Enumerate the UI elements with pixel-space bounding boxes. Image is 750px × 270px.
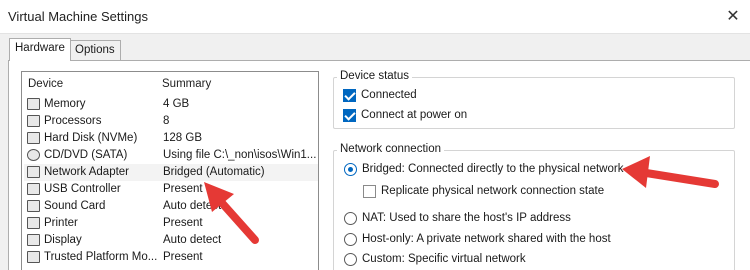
device-summary: 4 GB	[163, 98, 190, 110]
checkbox-unchecked-icon	[363, 185, 376, 198]
tpm-icon	[27, 251, 40, 263]
checkbox-checked-icon	[343, 89, 356, 102]
device-row-sound-card[interactable]: Sound Card Auto detect	[24, 198, 318, 215]
checkbox-label: Connected	[361, 89, 417, 101]
device-name: Trusted Platform Mo...	[44, 251, 158, 263]
sound-card-icon	[27, 200, 40, 212]
device-name: Processors	[44, 115, 102, 127]
window-title: Virtual Machine Settings	[8, 9, 148, 24]
device-row-printer[interactable]: Printer Present	[24, 215, 318, 232]
device-summary: Present	[163, 251, 203, 263]
device-name: CD/DVD (SATA)	[44, 149, 128, 161]
close-icon[interactable]: ✕	[724, 8, 742, 26]
device-status-title: Device status	[337, 70, 413, 82]
title-bar: Virtual Machine Settings ✕	[0, 0, 750, 34]
device-summary: 8	[163, 115, 170, 127]
radio-label: Host-only: A private network shared with…	[362, 233, 611, 245]
printer-icon	[27, 217, 40, 229]
device-summary: Using file C:\_non\isos\Win1...	[163, 149, 317, 161]
device-row-hard-disk[interactable]: Hard Disk (NVMe) 128 GB	[24, 130, 318, 147]
radio-unselected-icon	[344, 212, 357, 225]
device-name: Display	[44, 234, 82, 246]
usb-icon	[27, 183, 40, 195]
checkbox-label: Replicate physical network connection st…	[381, 185, 605, 197]
tab-hardware[interactable]: Hardware	[9, 38, 71, 61]
device-row-cd-dvd[interactable]: CD/DVD (SATA) Using file C:\_non\isos\Wi…	[24, 147, 318, 164]
column-header-summary[interactable]: Summary	[162, 78, 211, 90]
radio-unselected-icon	[344, 253, 357, 266]
radio-unselected-icon	[344, 233, 357, 246]
device-row-display[interactable]: Display Auto detect	[24, 232, 318, 249]
network-connection-title: Network connection	[337, 143, 444, 155]
display-icon	[27, 234, 40, 246]
radio-label: NAT: Used to share the host's IP address	[362, 212, 571, 224]
checkbox-checked-icon	[343, 109, 356, 122]
device-summary: Bridged (Automatic)	[163, 166, 265, 178]
tab-label: Options	[75, 44, 115, 56]
network-adapter-icon	[27, 166, 40, 178]
hard-disk-icon	[27, 132, 40, 144]
device-name: Memory	[44, 98, 86, 110]
device-summary: Auto detect	[163, 200, 222, 212]
device-name: Network Adapter	[44, 166, 130, 178]
device-name: Hard Disk (NVMe)	[44, 132, 138, 144]
device-summary: Auto detect	[163, 234, 222, 246]
column-header-device[interactable]: Device	[28, 78, 63, 90]
device-list[interactable]: Device Summary Memory 4 GB Processors 8 …	[21, 71, 319, 270]
radio-selected-icon	[344, 163, 357, 176]
tab-label: Hardware	[15, 42, 65, 54]
device-summary: 128 GB	[163, 132, 202, 144]
device-name: USB Controller	[44, 183, 121, 195]
checkbox-label: Connect at power on	[361, 109, 468, 121]
device-row-processors[interactable]: Processors 8	[24, 113, 318, 130]
device-name: Sound Card	[44, 200, 106, 212]
device-summary: Present	[163, 183, 203, 195]
cd-dvd-icon	[27, 149, 40, 161]
processor-icon	[27, 115, 40, 127]
memory-icon	[27, 98, 40, 110]
tab-options[interactable]: Options	[69, 40, 121, 60]
device-status-group	[333, 77, 735, 129]
device-row-network-adapter[interactable]: Network Adapter Bridged (Automatic)	[24, 164, 318, 181]
radio-label: Custom: Specific virtual network	[362, 253, 526, 265]
device-name: Printer	[44, 217, 78, 229]
device-row-tpm[interactable]: Trusted Platform Mo... Present	[24, 249, 318, 266]
device-row-usb-controller[interactable]: USB Controller Present	[24, 181, 318, 198]
radio-label: Bridged: Connected directly to the physi…	[362, 163, 624, 175]
device-summary: Present	[163, 217, 203, 229]
device-row-memory[interactable]: Memory 4 GB	[24, 96, 318, 113]
